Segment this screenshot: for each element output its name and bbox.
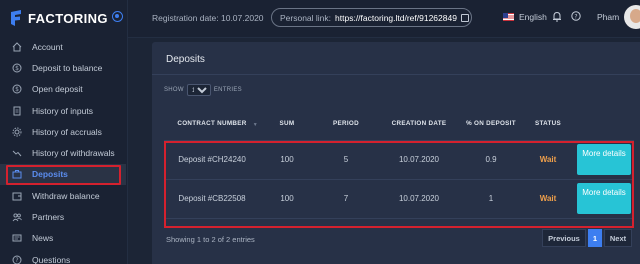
sidebar-item-label: History of withdrawals [32,148,115,159]
column-header[interactable]: SUM [260,108,314,140]
personal-link-label: Personal link: [280,12,332,23]
sidebar-item-label: News [32,233,54,244]
column-header-label: SUM [279,119,295,127]
sidebar-item-label: Deposit to balance [32,62,103,73]
svg-text:$: $ [15,65,19,72]
show-label: SHOW [164,87,184,93]
wallet-icon [12,191,22,201]
column-header-label: % ON DEPOSIT [466,119,516,127]
entries-label: ENTRIES [213,87,242,93]
svg-text:$: $ [15,86,19,93]
sidebar-toggle-icon[interactable] [112,11,123,22]
brand[interactable]: FACTORING [10,9,108,27]
sidebar-item-label: Withdraw balance [32,190,100,201]
trend-icon [12,148,22,158]
bell-icon[interactable] [552,11,562,22]
registration-date: Registration date: 10.07.2020 [152,13,264,23]
sidebar-item-partners[interactable]: Partners [0,206,128,227]
table-info: Showing 1 to 2 of 2 entries [166,235,255,244]
language-label: English [519,12,547,22]
flag-icon [503,13,514,21]
column-header[interactable]: PERIOD [314,108,378,140]
column-header-label: PERIOD [333,119,359,127]
users-icon [12,212,22,222]
sidebar: FACTORING Account $ Deposit to balance $… [0,0,128,264]
dollar-icon: $ [12,84,22,94]
sidebar-item-label: History of inputs [32,105,93,116]
sidebar-item-account[interactable]: Account [0,36,128,57]
personal-link-url[interactable]: https://factoring.ltd/ref/91262849 [335,13,457,23]
column-header-label: STATUS [534,119,562,127]
dollar-icon: $ [12,63,22,73]
page-length-select[interactable]: 10 [186,84,211,96]
column-header-label: CONTRACT NUMBER [177,119,247,127]
document-icon [12,106,22,116]
column-header[interactable]: CREATION DATE [378,108,460,140]
gear-icon [12,127,22,137]
sidebar-item-history-of-withdrawals[interactable]: History of withdrawals [0,142,128,163]
page-length-control: SHOW 10 ENTRIES [164,84,242,96]
next-button[interactable]: Next [604,229,632,247]
column-header-label: CREATION DATE [391,119,447,127]
column-header[interactable]: % ON DEPOSIT [460,108,522,140]
language-selector[interactable]: English [503,12,547,22]
sidebar-item-history-of-accruals[interactable]: History of accruals [0,121,128,142]
pagination: Previous 1 Next [542,229,634,247]
sidebar-item-label: Open deposit [32,84,83,95]
table-header-row: CONTRACT NUMBER ▼ SUM PERIOD CREATION DAT… [164,108,634,140]
avatar[interactable] [624,5,640,29]
page-button[interactable]: 1 [588,229,602,247]
sidebar-item-label: Account [32,41,63,52]
home-icon [12,41,22,52]
column-header[interactable]: STATUS [522,108,574,140]
divider [152,74,640,75]
sidebar-item-deposit-to-balance[interactable]: $ Deposit to balance [0,57,128,78]
brand-name: FACTORING [28,10,108,26]
newspaper-icon [12,233,22,243]
card-title: Deposits [166,54,205,65]
sidebar-item-questions[interactable]: ? Questions [0,249,128,264]
sidebar-item-history-of-inputs[interactable]: History of inputs [0,100,128,121]
sidebar-item-news[interactable]: News [0,228,128,249]
previous-button[interactable]: Previous [542,229,586,247]
topbar: Registration date: 10.07.2020 Personal l… [128,0,640,38]
logo-icon [11,10,21,26]
sidebar-item-withdraw-balance[interactable]: Withdraw balance [0,185,128,206]
column-header[interactable]: CONTRACT NUMBER ▼ [164,108,260,140]
sidebar-item-label: Partners [32,212,65,223]
highlight-box [6,165,121,185]
copy-icon[interactable] [460,13,469,22]
sidebar-item-open-deposit[interactable]: $ Open deposit [0,79,128,100]
help-icon[interactable]: ? [571,11,581,21]
svg-text:?: ? [574,13,577,20]
personal-link[interactable]: Personal link: https://factoring.ltd/ref… [271,8,472,27]
sidebar-item-label: History of accruals [32,126,102,137]
question-icon: ? [12,255,22,264]
sort-icon: ▼ [252,122,258,128]
highlight-box [164,141,634,228]
sidebar-item-label: Questions [32,254,71,264]
svg-text:?: ? [15,257,18,264]
sidebar-nav: Account $ Deposit to balance $ Open depo… [0,36,128,264]
user-name[interactable]: Pham [597,12,619,22]
column-header [574,108,634,140]
